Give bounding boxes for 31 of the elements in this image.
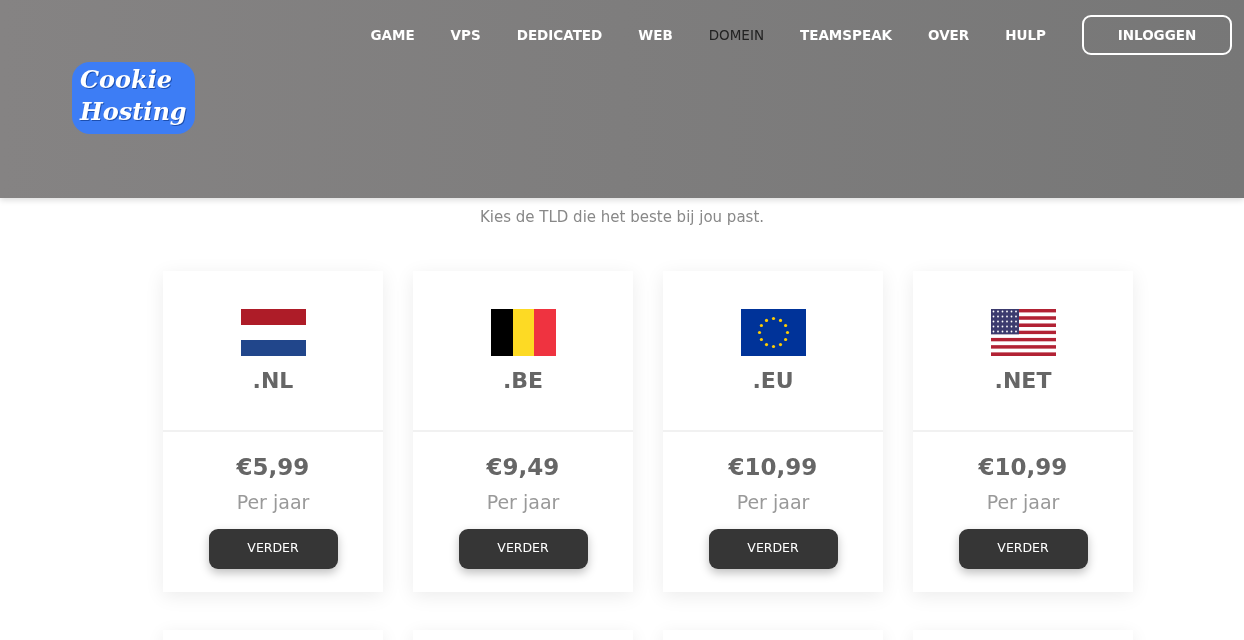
continue-button[interactable]: VERDER	[208, 528, 338, 569]
flag-icon	[740, 308, 806, 356]
continue-button[interactable]: VERDER	[458, 528, 588, 569]
domain-extension: .NET	[994, 366, 1052, 395]
nav-link[interactable]: DEDICATED	[516, 24, 603, 46]
continue-button[interactable]: VERDER	[708, 528, 838, 569]
nav-link[interactable]: GAME	[370, 24, 415, 46]
flag-icon	[990, 308, 1056, 356]
logo[interactable]: Cookie Hosting	[72, 62, 195, 134]
flag-icon	[240, 308, 306, 356]
price: €10,99	[728, 452, 818, 482]
nav-link[interactable]: HULP	[1005, 24, 1046, 46]
nav-link[interactable]: VPS	[450, 24, 481, 46]
price: €10,99	[978, 452, 1068, 482]
nav-link[interactable]: OVER	[928, 24, 970, 46]
price: €5,99	[236, 452, 310, 482]
nav-link[interactable]: WEB	[638, 24, 673, 46]
login-button[interactable]: INLOGGEN	[1082, 15, 1232, 55]
domain-extension: .BE	[502, 366, 544, 395]
price-period: Per jaar	[736, 490, 810, 515]
nav-link[interactable]: TEAMSPEAK	[800, 24, 893, 46]
flag-icon	[490, 308, 556, 356]
price: €9,49	[486, 452, 560, 482]
domain-extension: .EU	[752, 366, 794, 395]
price-period: Per jaar	[986, 490, 1060, 515]
price-period: Per jaar	[486, 490, 560, 515]
price-period: Per jaar	[236, 490, 310, 515]
continue-button[interactable]: VERDER	[958, 528, 1088, 569]
domain-extension: .NL	[252, 366, 294, 395]
intro-text: Kies de TLD die het beste bij jou past.	[478, 207, 766, 228]
nav-link[interactable]: DOMEIN	[708, 24, 764, 46]
